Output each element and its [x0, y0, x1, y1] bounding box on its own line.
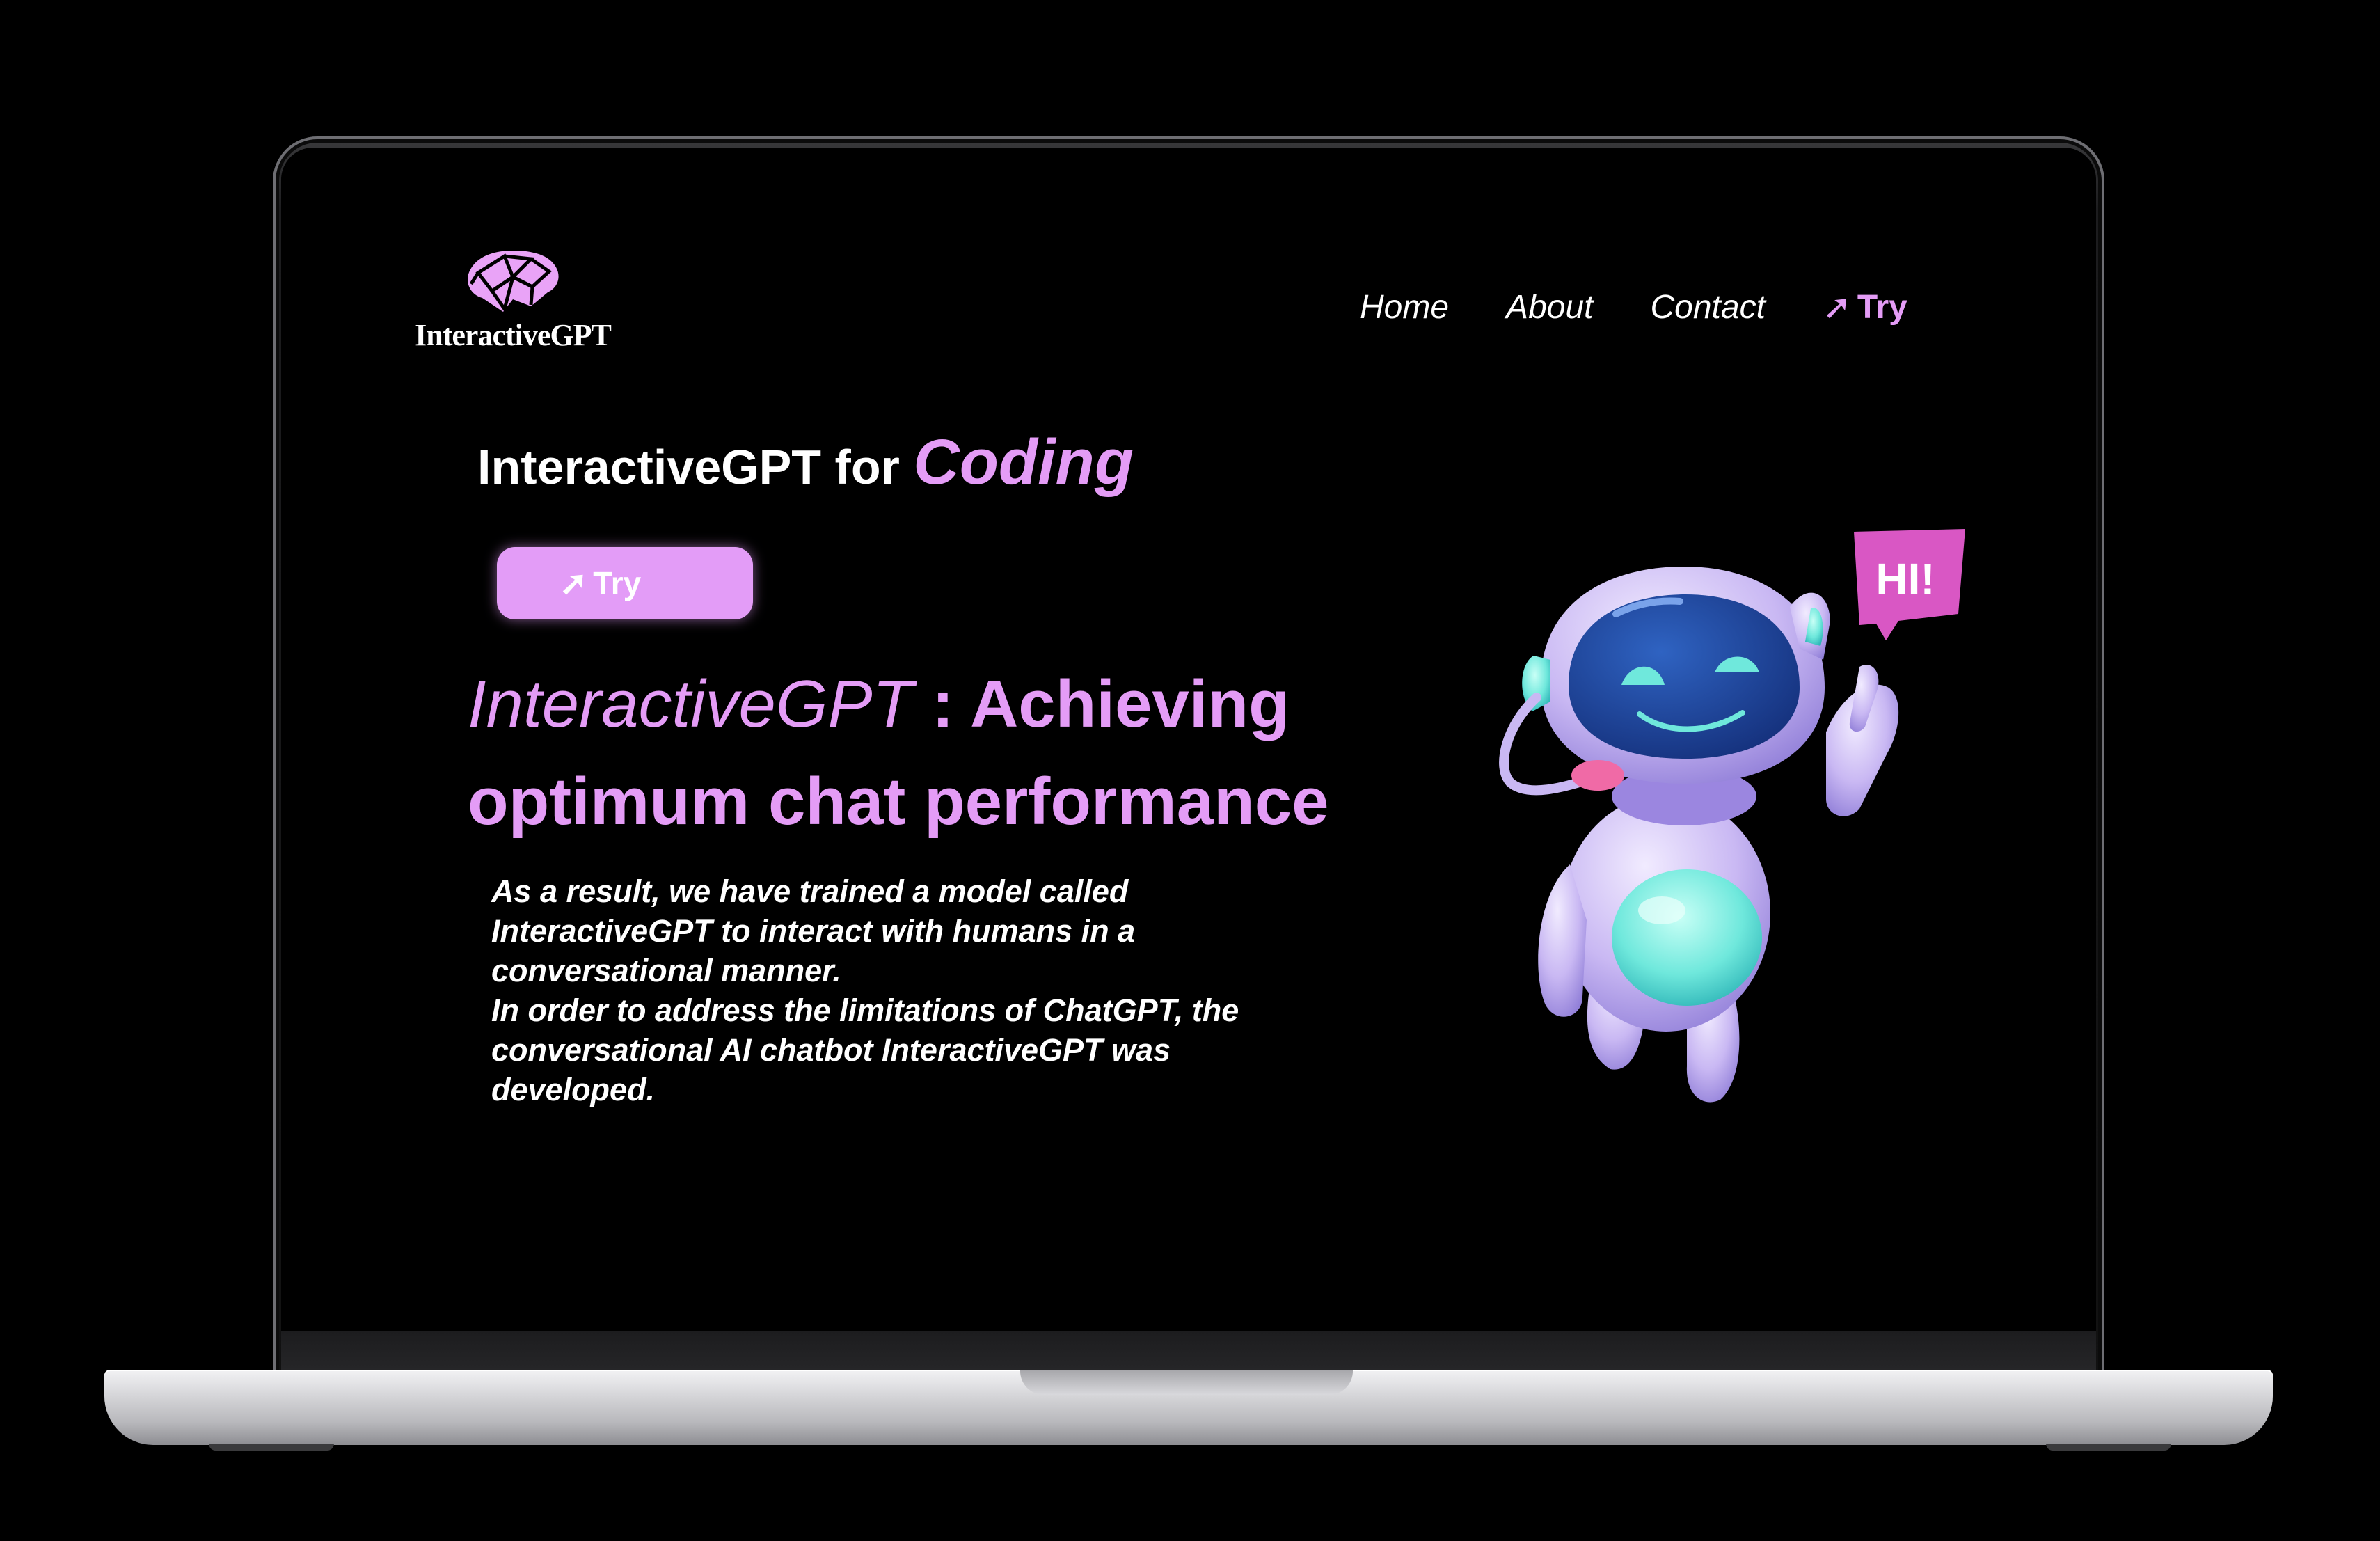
- logo[interactable]: InteractiveGPT: [412, 249, 614, 353]
- body-paragraph-1: As a result, we have trained a model cal…: [491, 874, 1136, 988]
- hero-title-line1: InteractiveGPT : Achieving: [468, 656, 1329, 753]
- nav-try[interactable]: ➚ Try: [1823, 287, 1907, 327]
- laptop-foot-right: [2046, 1444, 2171, 1451]
- arrow-up-right-icon: ➚: [560, 565, 588, 602]
- headline-prefix: InteractiveGPT for: [477, 440, 914, 494]
- hero-title-line2: optimum chat performance: [468, 764, 1329, 839]
- arrow-up-right-icon: ➚: [1822, 287, 1852, 326]
- page-headline: InteractiveGPT for Coding: [477, 426, 1134, 499]
- screen-bottom-bezel: [281, 1331, 2096, 1371]
- nav-about[interactable]: About: [1506, 288, 1593, 326]
- speech-bubble-text: HI!: [1875, 554, 1935, 604]
- laptop-notch: [1020, 1370, 1353, 1395]
- try-button-label: Try: [593, 565, 642, 601]
- brain-network-icon: [467, 251, 559, 313]
- hero-title: InteractiveGPT : Achieving optimum chat …: [468, 656, 1329, 851]
- laptop-foot-left: [209, 1444, 334, 1451]
- try-button[interactable]: ➚ Try: [497, 547, 753, 619]
- screen: InteractiveGPT Home About Contact ➚ Try …: [281, 148, 2096, 1331]
- logo-text: InteractiveGPT: [415, 318, 612, 352]
- body-copy: As a result, we have trained a model cal…: [491, 871, 1271, 1109]
- hero-separator: :: [913, 667, 970, 741]
- speech-bubble: HI!: [1854, 529, 1965, 640]
- headline-accent: Coding: [913, 427, 1134, 498]
- nav-contact[interactable]: Contact: [1650, 288, 1765, 326]
- hero-brand: InteractiveGPT: [468, 667, 914, 741]
- nav-try-label: Try: [1857, 288, 1907, 326]
- main-nav: Home About Contact ➚ Try: [1360, 287, 1907, 327]
- hero-line1-rest: Achieving: [969, 667, 1290, 741]
- laptop-mockup: InteractiveGPT Home About Contact ➚ Try …: [0, 0, 2380, 1541]
- body-paragraph-2: In order to address the limitations of C…: [491, 993, 1239, 1107]
- nav-home[interactable]: Home: [1360, 288, 1449, 326]
- robot-illustration: HI!: [1499, 529, 1965, 1103]
